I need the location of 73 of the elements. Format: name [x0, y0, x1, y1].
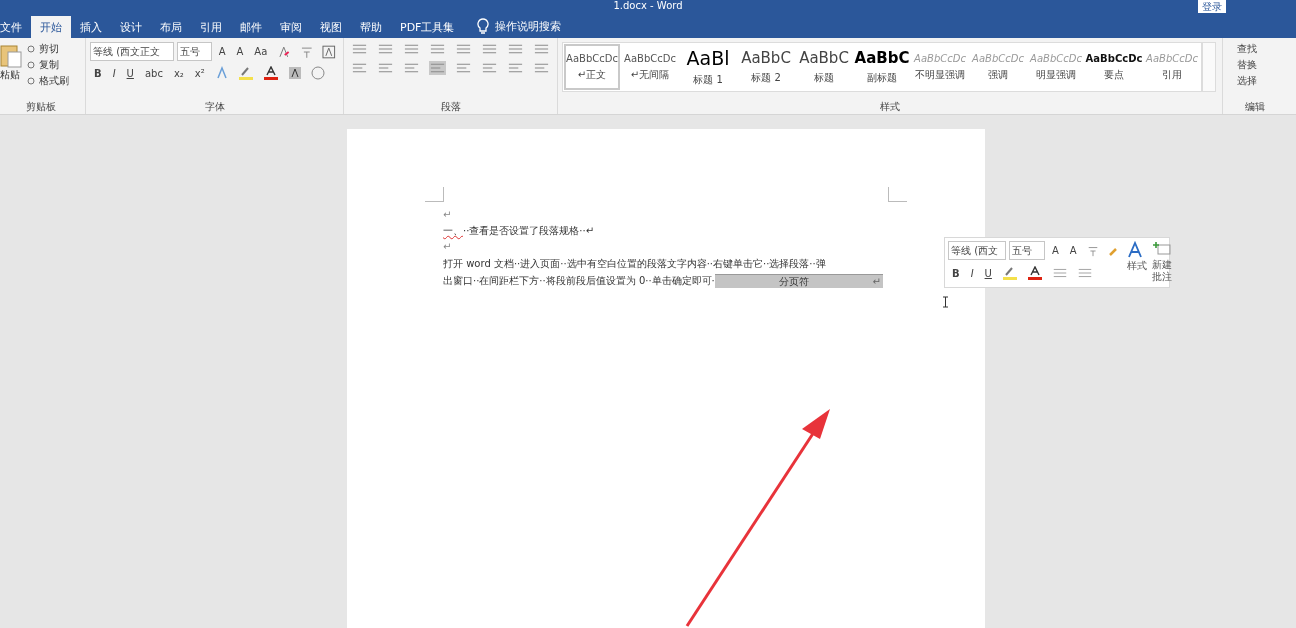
enclosed-character-icon[interactable] — [310, 66, 325, 80]
font-button[interactable]: abc — [140, 67, 167, 79]
editing-command[interactable]: 替换 — [1227, 58, 1282, 72]
font-name-field[interactable]: 等线 (西文正文 — [90, 42, 174, 61]
crop-mark — [425, 187, 444, 202]
search-field[interactable]: 操作说明搜索 — [495, 16, 562, 38]
ribbon-tab[interactable]: 帮助 — [351, 16, 391, 38]
text-cursor-icon — [942, 296, 949, 308]
group-label: 剪贴板 — [24, 100, 57, 114]
heading-text: 一、··查看是否设置了段落规格··↵ — [443, 225, 595, 236]
editing-command[interactable]: 选择 — [1227, 74, 1282, 88]
clear-format-icon[interactable] — [277, 44, 291, 59]
font-button[interactable]: A — [1048, 245, 1063, 256]
font-button[interactable]: Aa — [250, 46, 272, 57]
group-label: 编辑 — [1243, 100, 1266, 114]
phonetic-guide-icon[interactable] — [1086, 244, 1099, 257]
align-left-icon[interactable] — [351, 61, 368, 75]
font-button[interactable]: B — [948, 267, 964, 279]
font-button[interactable]: B — [90, 67, 106, 79]
font-color-icon[interactable] — [1026, 266, 1043, 280]
font-button[interactable]: x₂ — [169, 67, 188, 79]
font-button[interactable]: I — [966, 267, 978, 279]
clipboard-command[interactable]: 剪切 — [26, 42, 69, 56]
character-border-icon[interactable] — [322, 44, 336, 59]
font-button[interactable]: x² — [190, 67, 209, 79]
text-effect-icon[interactable] — [214, 66, 229, 80]
clipboard-command[interactable]: 复制 — [26, 58, 69, 72]
ribbon-tab[interactable]: PDF工具集 — [391, 16, 464, 38]
font-button[interactable]: U — [122, 67, 138, 79]
ribbon-tab[interactable]: 邮件 — [231, 16, 271, 38]
phonetic-guide-icon[interactable] — [299, 44, 314, 59]
crop-mark — [888, 187, 907, 202]
font-size-field[interactable]: 五号 — [1009, 241, 1045, 260]
ribbon-tab[interactable]: 布局 — [151, 16, 191, 38]
group-label: 段落 — [439, 100, 462, 114]
styles-button[interactable]: 样式 — [1126, 241, 1147, 284]
font-button[interactable]: A — [214, 46, 230, 57]
font-name-field[interactable]: 等线 (西文 — [948, 241, 1006, 260]
font-button[interactable]: I — [108, 67, 120, 79]
bullet-list-icon[interactable] — [351, 42, 368, 56]
ribbon-tab[interactable]: 开始 — [31, 16, 71, 38]
style-option[interactable]: AaBbCcDc ↵正文 — [563, 43, 621, 91]
editing-command[interactable]: 查找 — [1227, 42, 1282, 56]
highlighter-icon[interactable] — [237, 66, 254, 80]
font-button[interactable]: U — [980, 267, 996, 279]
new-comment-button[interactable]: 新建批注 — [1150, 241, 1173, 284]
ribbon-tab[interactable]: 文件 — [0, 16, 31, 38]
font-size-field[interactable]: 五号 — [176, 42, 212, 61]
body-text: 出窗口··在间距栏下方··将段前段后值设置为 0··单击确定即可· — [443, 274, 715, 288]
paragraph-mark: ↵ — [443, 209, 452, 220]
lightbulb-icon — [477, 18, 490, 34]
character-shading-icon[interactable] — [287, 66, 302, 80]
paste-button[interactable]: 粘贴 — [0, 42, 22, 100]
ribbon-tab[interactable]: 插入 — [71, 16, 111, 38]
font-color-icon[interactable] — [262, 66, 279, 80]
window-title: 1.docx - Word — [613, 0, 683, 13]
ribbon-tab[interactable]: 设计 — [111, 16, 151, 38]
group-label: 字体 — [203, 100, 226, 114]
body-text: 打开 word 文档··进入页面··选中有空白位置的段落文字内容··右键单击它··选择段落··弹 — [443, 257, 826, 271]
group-label: 样式 — [879, 100, 901, 114]
ribbon-tab[interactable]: 视图 — [311, 16, 351, 38]
ribbon-tab[interactable]: 审阅 — [271, 16, 311, 38]
clipboard-command[interactable]: 格式刷 — [26, 74, 69, 88]
bullet-list-icon[interactable] — [1051, 266, 1068, 280]
align-center-icon[interactable] — [377, 61, 394, 75]
gallery-scrollbar[interactable] — [1202, 42, 1216, 92]
page-break-marker: 分页符 ↵ — [714, 273, 883, 288]
login-button[interactable]: 登录 — [1198, 0, 1226, 13]
font-button[interactable]: A — [232, 46, 248, 57]
highlighter-icon[interactable] — [1001, 266, 1018, 280]
ribbon-tab[interactable]: 引用 — [191, 16, 231, 38]
paragraph-mark: ↵ — [443, 241, 452, 252]
font-button[interactable]: A — [1065, 245, 1081, 256]
